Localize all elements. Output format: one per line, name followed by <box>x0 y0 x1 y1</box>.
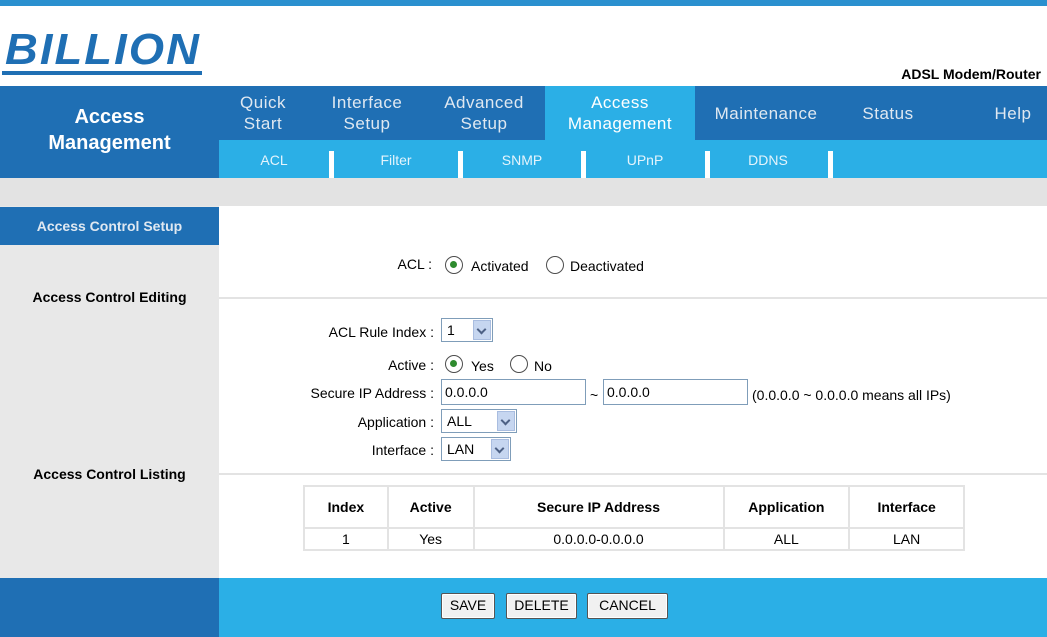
acl-activated-radio[interactable] <box>445 256 463 274</box>
acl-deactivated-radio[interactable] <box>546 256 564 274</box>
chevron-down-icon <box>497 411 515 431</box>
active-no-label: No <box>534 358 552 374</box>
column-header-secure-ip: Secure IP Address <box>472 485 725 529</box>
menu-label: Maintenance <box>714 103 818 123</box>
menu-label: Quick <box>240 93 286 112</box>
submenu-acl[interactable]: ACL <box>219 152 329 168</box>
column-header-interface: Interface <box>848 485 965 529</box>
interface-value: LAN <box>447 441 475 457</box>
cancel-button[interactable]: CANCEL <box>587 593 668 619</box>
ip-range-hint: (0.0.0.0 ~ 0.0.0.0 means all IPs) <box>752 387 951 403</box>
cell-active: Yes <box>386 527 475 551</box>
divider <box>219 473 1047 475</box>
secure-ip-end-input[interactable]: 0.0.0.0 <box>603 379 748 405</box>
rule-index-value: 1 <box>447 322 455 338</box>
menu-status[interactable]: Status <box>847 86 929 140</box>
left-access-control-editing: Access Control Editing <box>32 289 187 305</box>
sub-menu: ACL Filter SNMP UPnP DDNS <box>219 140 1047 178</box>
product-name: ADSL Modem/Router <box>901 66 1041 82</box>
submenu-snmp[interactable]: SNMP <box>467 152 577 168</box>
page: BILLION ADSL Modem/Router Access Managem… <box>0 0 1047 637</box>
cell-secure-ip: 0.0.0.0-0.0.0.0 <box>472 527 725 551</box>
delete-button[interactable]: DELETE <box>506 593 577 619</box>
menu-advanced-setup[interactable]: Advanced Setup <box>431 86 537 140</box>
menu-quick-start[interactable]: Quick Start <box>219 86 307 140</box>
acl-deactivated-label: Deactivated <box>570 258 644 274</box>
interface-label: Interface : <box>371 442 434 458</box>
chevron-down-icon <box>491 439 509 459</box>
cell-application: ALL <box>722 527 851 551</box>
submenu-upnp[interactable]: UPnP <box>590 152 700 168</box>
menu-label: Help <box>994 103 1032 123</box>
section-title-line2: Management <box>48 132 171 154</box>
top-strip <box>0 0 1047 6</box>
section-title: Access Management <box>0 86 219 178</box>
submenu-separator <box>329 151 334 178</box>
menu-label: Management <box>567 114 673 133</box>
secure-ip-start-input[interactable]: 0.0.0.0 <box>441 379 586 405</box>
application-label: Application : <box>357 414 434 430</box>
left-column <box>0 206 219 578</box>
acl-listing-table: Index Active Secure IP Address Applicati… <box>303 485 965 551</box>
application-select[interactable]: ALL <box>441 409 517 433</box>
menu-label: Start <box>243 114 283 133</box>
submenu-separator <box>705 151 710 178</box>
ip-range-separator: ~ <box>590 387 599 403</box>
menu-help[interactable]: Help <box>983 86 1043 140</box>
billion-logo: BILLION <box>0 26 206 80</box>
table-row: 1 Yes 0.0.0.0-0.0.0.0 ALL LAN <box>303 527 965 551</box>
cell-index: 1 <box>303 527 389 551</box>
table-header-row: Index Active Secure IP Address Applicati… <box>303 485 965 529</box>
main-menu: Quick Start Interface Setup Advanced Set… <box>219 86 1047 140</box>
gray-band <box>0 178 1047 206</box>
active-no-radio[interactable] <box>510 355 528 373</box>
interface-select[interactable]: LAN <box>441 437 511 461</box>
menu-label: Interface <box>331 93 403 112</box>
active-yes-label: Yes <box>471 358 494 374</box>
footer-left <box>0 578 219 637</box>
submenu-separator <box>458 151 463 178</box>
column-header-application: Application <box>722 485 851 529</box>
application-value: ALL <box>447 413 472 429</box>
submenu-separator <box>581 151 586 178</box>
acl-label: ACL : <box>397 256 433 272</box>
secure-ip-label: Secure IP Address : <box>310 385 434 401</box>
rule-index-select[interactable]: 1 <box>441 318 493 342</box>
submenu-ddns[interactable]: DDNS <box>713 152 823 168</box>
left-access-control-setup: Access Control Setup <box>0 207 219 245</box>
logo-text: BILLION <box>5 26 201 74</box>
menu-access-management[interactable]: Access Management <box>545 86 695 140</box>
active-yes-radio[interactable] <box>445 355 463 373</box>
menu-label: Advanced <box>444 93 524 112</box>
cell-interface: LAN <box>848 527 965 551</box>
menu-label: Setup <box>460 114 508 133</box>
menu-label: Setup <box>343 114 391 133</box>
acl-activated-label: Activated <box>471 258 529 274</box>
menu-interface-setup[interactable]: Interface Setup <box>313 86 421 140</box>
rule-index-label: ACL Rule Index : <box>328 324 434 340</box>
menu-maintenance[interactable]: Maintenance <box>703 86 829 140</box>
column-header-index: Index <box>303 485 389 529</box>
divider <box>219 297 1047 299</box>
submenu-separator <box>828 151 833 178</box>
menu-label: Status <box>862 103 914 123</box>
submenu-filter[interactable]: Filter <box>341 152 451 168</box>
save-button[interactable]: SAVE <box>441 593 495 619</box>
menu-label: Access <box>591 93 649 112</box>
section-title-line1: Access <box>74 106 145 128</box>
chevron-down-icon <box>473 320 491 340</box>
active-label: Active : <box>388 357 434 373</box>
left-access-control-listing: Access Control Listing <box>33 466 186 482</box>
column-header-active: Active <box>386 485 475 529</box>
